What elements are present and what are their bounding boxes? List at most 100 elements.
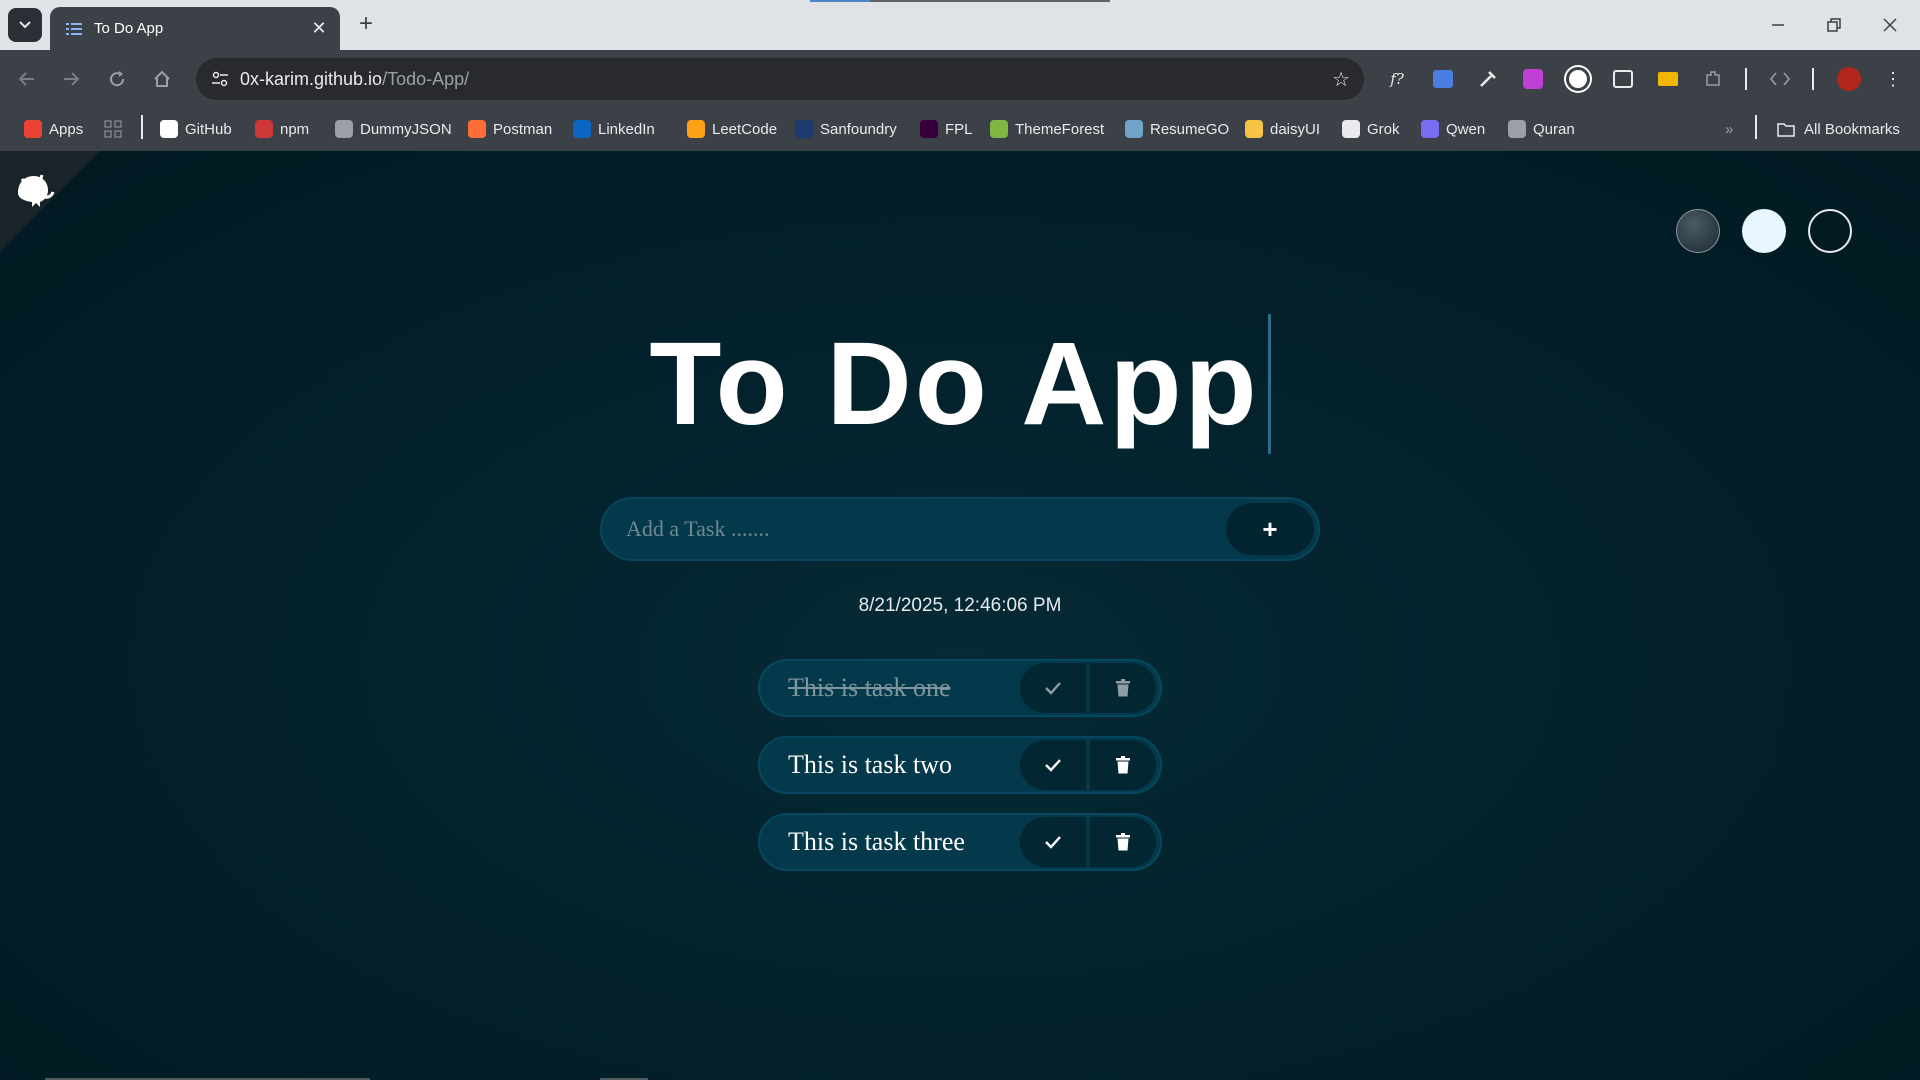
site-info-icon[interactable] (210, 69, 230, 89)
address-bar[interactable]: 0x-karim.github.io/Todo-App/ ☆ (196, 58, 1364, 100)
notes-ext-icon[interactable] (1608, 64, 1638, 94)
reload-button[interactable] (102, 64, 132, 94)
arrow-left-icon (18, 72, 34, 86)
quran-icon (1508, 120, 1526, 138)
task-item: This is task two (758, 736, 1162, 794)
todo-page: To Do App + 8/21/2025, 12:46:06 PM This … (0, 151, 1920, 1080)
bookmark-label: DummyJSON (360, 120, 452, 138)
chevron-down-icon (19, 21, 31, 29)
complete-task-button[interactable] (1020, 817, 1086, 867)
tab-search-button[interactable] (8, 8, 42, 42)
font-ext-icon[interactable]: f? (1382, 64, 1412, 94)
trash-icon (1116, 756, 1130, 774)
theme-dark-gray-button[interactable] (1676, 209, 1720, 253)
bookmark-daisyui[interactable]: daisyUI (1245, 117, 1320, 141)
task-item: This is task three (758, 813, 1162, 871)
task-text: This is task three (788, 827, 965, 856)
home-icon (154, 70, 170, 87)
bookmark-npm[interactable]: npm (255, 117, 309, 141)
tagger-ext-icon[interactable] (1653, 64, 1683, 94)
add-task-button[interactable]: + (1226, 503, 1314, 555)
bookmark-star-icon[interactable]: ☆ (1332, 67, 1350, 92)
add-task-form: + (600, 497, 1320, 561)
browser-toolbar: 0x-karim.github.io/Todo-App/ ☆ f? ⋮ (0, 50, 1920, 107)
bookmark-label: npm (280, 120, 310, 138)
bookmark-label: GitHub (185, 120, 232, 138)
bookmark-sanfoundry[interactable]: Sanfoundry (795, 117, 897, 141)
check-icon (1045, 682, 1061, 695)
translate-ext-icon[interactable] (1428, 64, 1458, 94)
qwen-icon (1421, 120, 1439, 138)
bookmark-grok[interactable]: Grok (1342, 117, 1400, 141)
toolbar-divider (1812, 68, 1814, 90)
forward-button[interactable] (56, 64, 86, 94)
profile-avatar[interactable] (1834, 64, 1864, 94)
folder-icon (1777, 123, 1795, 137)
bookmark-postman[interactable]: Postman (468, 117, 552, 141)
code-ext-icon[interactable] (1765, 64, 1795, 94)
daisyui-icon (1245, 120, 1263, 138)
delete-task-button[interactable] (1090, 740, 1156, 790)
sanfoundry-icon (795, 120, 813, 138)
more-bookmarks-icon[interactable]: » (1725, 117, 1733, 141)
bookmark-label: daisyUI (1270, 120, 1321, 138)
all-bookmarks[interactable]: All Bookmarks (1776, 117, 1900, 141)
bookmark-dummyjson[interactable]: DummyJSON (335, 117, 452, 141)
title-wrapper: To Do App (0, 314, 1920, 454)
bookmark-github[interactable]: GitHub (160, 117, 232, 141)
bookmark-linkedin[interactable]: LinkedIn (573, 117, 655, 141)
profile-ext-icon[interactable] (1563, 64, 1593, 94)
restore-icon (1827, 18, 1841, 32)
bookmark-label: Sanfoundry (820, 120, 897, 138)
bookmark-label: FPL (945, 120, 973, 138)
delete-task-button[interactable] (1090, 817, 1156, 867)
bookmark-themeforest[interactable]: ThemeForest (990, 117, 1104, 141)
bookmarks-bar: Apps GitHub npm DummyJSON Postman LinkedIn Lee… (0, 107, 1920, 151)
more-menu-icon[interactable]: ⋮ (1878, 64, 1908, 94)
linkedin-icon (573, 120, 591, 138)
download-ext-icon[interactable] (1518, 64, 1548, 94)
list-icon (66, 22, 82, 35)
back-button[interactable] (12, 64, 42, 94)
fpl-icon (920, 120, 938, 138)
tab-groups-icon[interactable] (104, 117, 122, 141)
apps-grid-icon (24, 120, 42, 138)
new-tab-button[interactable]: + (352, 10, 380, 38)
github-octocat-icon[interactable] (12, 167, 56, 211)
bookmark-leetcode[interactable]: LeetCode (687, 117, 777, 141)
restore-button[interactable] (1806, 0, 1862, 50)
theme-light-button[interactable] (1742, 209, 1786, 253)
bookmarks-divider (1755, 115, 1757, 139)
complete-task-button[interactable] (1020, 740, 1086, 790)
theme-dark-button[interactable] (1808, 209, 1852, 253)
close-window-button[interactable] (1862, 0, 1918, 50)
resumego-icon (1125, 120, 1143, 138)
url-text: 0x-karim.github.io/Todo-App/ (240, 69, 1332, 90)
color-picker-ext-icon[interactable] (1473, 64, 1503, 94)
close-tab-icon[interactable]: ✕ (308, 18, 330, 39)
home-button[interactable] (147, 64, 177, 94)
minimize-button[interactable] (1750, 0, 1806, 50)
bookmark-label: Apps (49, 120, 84, 138)
bookmark-label: LeetCode (712, 120, 778, 138)
task-input[interactable] (626, 516, 1226, 542)
browser-tab[interactable]: To Do App ✕ (50, 7, 340, 50)
extensions-icon[interactable] (1698, 64, 1728, 94)
leetcode-icon (687, 120, 705, 138)
arrow-right-icon (64, 72, 80, 86)
complete-task-button[interactable] (1020, 663, 1086, 713)
url-host: 0x-karim.github.io (240, 68, 383, 89)
tab-title: To Do App (94, 20, 164, 37)
delete-task-button[interactable] (1090, 663, 1156, 713)
bookmark-fpl[interactable]: FPL (920, 117, 973, 141)
npm-icon (255, 120, 273, 138)
task-text: This is task two (788, 750, 952, 779)
bookmark-resumego[interactable]: ResumeGO (1125, 117, 1229, 141)
bookmark-qwen[interactable]: Qwen (1421, 117, 1485, 141)
bookmark-apps[interactable]: Apps (24, 117, 83, 141)
task-item: This is task one (758, 659, 1162, 717)
check-icon (1045, 759, 1061, 772)
bookmark-label: ResumeGO (1150, 120, 1230, 138)
grok-icon (1342, 120, 1360, 138)
bookmark-quran[interactable]: Quran (1508, 117, 1575, 141)
